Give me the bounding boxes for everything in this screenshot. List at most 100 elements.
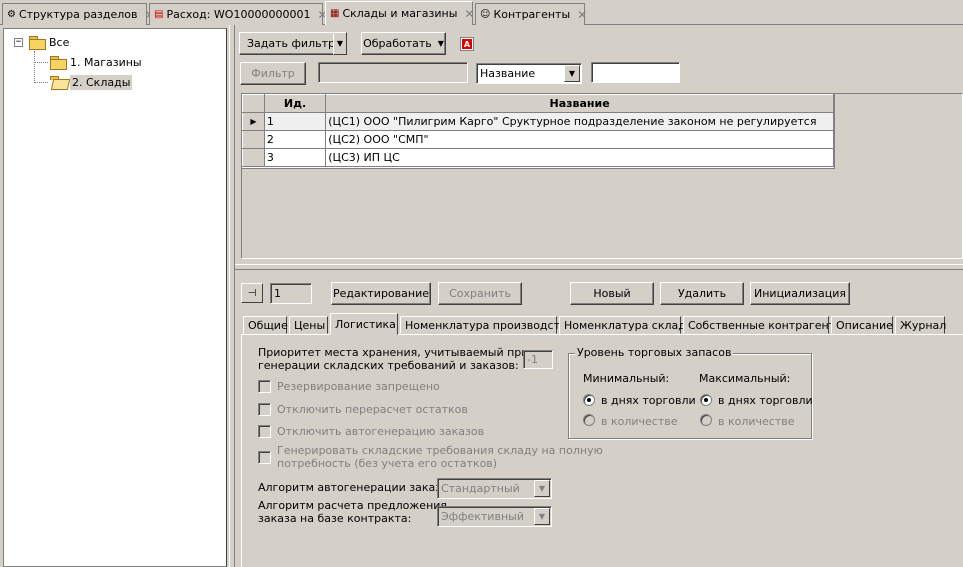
button-label: Удалить [677,287,727,300]
tab-journal[interactable]: Журнал [895,316,947,334]
tab-structure[interactable]: ⚙ Структура разделов ✕ [2,3,155,25]
max-label: Максимальный: [699,372,791,385]
tab-logistics[interactable]: Логистика [330,313,398,335]
tab-label: Журнал [900,318,947,332]
algo-autogen-select[interactable]: Стандартный ▼ [437,478,552,499]
table-row[interactable]: 2 (ЦС2) ООО "СМП" [242,130,834,149]
chevron-down-icon[interactable]: ▼ [564,65,580,82]
algo-offer-select[interactable]: Эффективный ▼ [437,506,552,527]
button-label: Инициализация [754,287,846,300]
chevron-down-icon[interactable]: ▼ [534,508,550,525]
tab-own-contractors[interactable]: Собственные контрагенты [683,316,844,334]
tab-label: Структура разделов [18,8,138,21]
priority-field[interactable]: -1 [523,350,553,369]
tab-label: Расход: WO10000000001 [166,8,311,21]
disable-recalc-checkbox[interactable] [258,403,271,416]
select-value: Эффективный [441,510,524,523]
tab-prices[interactable]: Цены [289,316,328,334]
vertical-splitter[interactable] [229,25,235,567]
table-row[interactable]: 3 (ЦС3) ИП ЦС [242,148,834,167]
column-header-name[interactable]: Название [325,94,834,113]
max-days-label: в днях торговли [718,394,813,407]
cell-id[interactable]: 3 [263,148,327,167]
tree-item-shops[interactable]: 1. Магазины [50,53,142,71]
disable-autogen-label: Отключить автогенерацию заказов [277,425,485,438]
tree-item-label: Все [49,35,70,49]
tab-warehouse-nomenclature[interactable]: Номенклатура склада [559,316,693,334]
records-grid[interactable]: Ид. Название ▶ 1 (ЦС1) ООО "Пилигрим Кар… [241,93,835,169]
tab-label: Склады и магазины [342,7,458,20]
cell-name[interactable]: (ЦС3) ИП ЦС [325,148,834,167]
tab-label: Контрагенты [493,8,571,21]
tab-expense-document[interactable]: ▤ Расход: WO10000000001 ✕ [149,3,328,25]
min-quantity-radio[interactable] [583,414,595,426]
status-indicator[interactable]: A [460,37,474,51]
delete-button[interactable]: Удалить [660,282,744,305]
alert-icon: A [462,39,472,49]
tab-description[interactable]: Описание [831,316,893,334]
reservation-forbidden-checkbox[interactable] [258,380,271,393]
folder-icon [50,55,67,70]
disable-autogen-checkbox[interactable] [258,425,271,438]
process-button[interactable]: Обработать ▼ [361,32,446,55]
tab-contractors[interactable]: ☺ Контрагенты ✕ [475,3,587,25]
tree-item-warehouses[interactable]: 2. Склады [50,73,133,91]
collapse-icon[interactable]: − [14,37,23,47]
pin-icon[interactable]: ⊣ [241,283,263,303]
document-tab-strip: ⚙ Структура разделов ✕ ▤ Расход: WO10000… [0,0,963,25]
filter-value-field[interactable] [318,62,468,83]
max-quantity-radio[interactable] [700,414,712,426]
set-filter-button[interactable]: Задать фильтр [239,32,347,55]
row-indicator [242,148,265,167]
cell-id[interactable]: 1 [263,112,327,131]
horizontal-splitter[interactable] [235,264,963,270]
chevron-down-icon[interactable]: ▼ [534,480,550,497]
close-icon[interactable]: ✕ [464,7,474,21]
button-label: Фильтр [251,67,295,80]
select-value: Название [480,67,536,80]
select-value: Стандартный [441,482,520,495]
button-label: Обработать [363,37,432,50]
stock-level-group-title: Уровень торговых запасов [575,346,734,359]
initialize-button[interactable]: Инициализация [750,282,850,305]
max-quantity-label: в количестве [718,415,795,428]
folder-icon [29,35,46,50]
cell-name[interactable]: (ЦС1) ООО "Пилигрим Карго" Сруктурное по… [325,112,834,131]
tab-general[interactable]: Общие [243,316,288,334]
cell-name[interactable]: (ЦС2) ООО "СМП" [325,130,834,149]
search-input[interactable] [591,62,680,83]
close-icon[interactable]: ✕ [577,8,587,22]
full-demand-checkbox[interactable] [258,451,271,464]
document-icon: ▤ [154,9,164,20]
full-demand-label-cont: потребность (без учета его остатков) [277,457,498,470]
reservation-forbidden-label: Резервирование запрещено [277,380,440,393]
section-tree[interactable]: − Все 1. Магазины 2. Склады [3,28,227,567]
disable-recalc-label: Отключить перерасчет остатков [277,403,468,416]
table-row[interactable]: ▶ 1 (ЦС1) ООО "Пилигрим Карго" Сруктурно… [242,112,834,131]
tab-label: Собственные контрагенты [688,318,844,332]
row-indicator-header [242,94,265,113]
tab-label: Логистика [335,317,396,331]
tree-item-label: 2. Склады [70,74,133,90]
column-header-id[interactable]: Ид. [263,94,327,113]
chevron-down-icon[interactable]: ▼ [333,32,347,55]
tab-warehouses[interactable]: ▦ Склады и магазины ✕ [325,1,474,25]
tree-connector [34,51,35,83]
priority-label-cont: генерации складских требований и заказов… [258,359,519,372]
tree-item-all[interactable]: − Все [14,33,69,51]
edit-button[interactable]: Редактирование [331,282,431,305]
priority-label: Приоритет места хранения, учитываемый пр… [258,346,529,359]
field-select[interactable]: Название ▼ [476,63,582,84]
record-number-field[interactable]: 1 [270,283,312,304]
tab-production-nomenclature[interactable]: Номенклатура производства [400,316,573,334]
max-days-radio[interactable] [700,394,712,406]
min-days-label: в днях торговли [601,394,696,407]
tree-item-label: 1. Магазины [70,55,142,69]
cell-id[interactable]: 2 [263,130,327,149]
new-button[interactable]: Новый [570,282,654,305]
algo-autogen-label: Алгоритм автогенерации заказа: [258,481,452,494]
algo-offer-label: Алгоритм расчета предложения [258,499,448,512]
min-days-radio[interactable] [583,394,595,406]
save-button[interactable]: Сохранить [438,282,522,305]
apply-filter-button[interactable]: Фильтр [240,62,306,85]
